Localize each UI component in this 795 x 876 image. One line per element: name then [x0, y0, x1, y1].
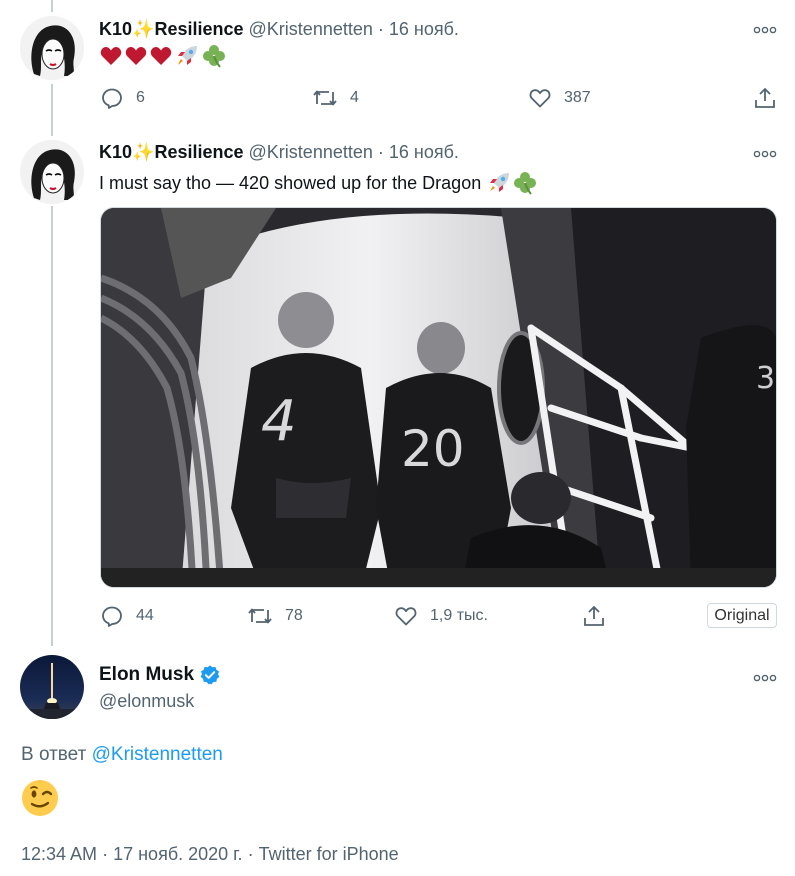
retweet-count: 4: [350, 89, 359, 106]
thread-line-2: [51, 206, 53, 646]
tweet2-author-name[interactable]: K10: [99, 142, 132, 162]
more-icon[interactable]: [753, 144, 777, 162]
meta-separator: ·: [247, 844, 254, 864]
like-icon: [395, 607, 417, 626]
like-button[interactable]: 1,9 тыс.: [394, 604, 488, 628]
tweet-date[interactable]: 17 нояб. 2020 г.: [113, 844, 242, 864]
reply-button[interactable]: 44: [100, 604, 154, 628]
share-icon: [755, 88, 775, 108]
tweet2-handle[interactable]: @Kristennetten: [249, 142, 373, 162]
avatar-kristennetten-2[interactable]: [20, 140, 84, 204]
tweet2-text: I must say tho — 420 showed up for the D…: [99, 172, 482, 193]
share-button[interactable]: [582, 604, 606, 628]
tweet-time[interactable]: 12:34 AM: [21, 844, 97, 864]
tweet2-author-name-suffix[interactable]: Resilience: [154, 142, 243, 162]
share-icon: [584, 606, 604, 626]
tweet1-author-name[interactable]: K10: [99, 19, 132, 39]
tweet1-actions: 6 4 387: [100, 86, 780, 110]
reply-count: 6: [136, 89, 145, 106]
reply-button[interactable]: 6: [100, 86, 145, 110]
original-translate-button[interactable]: Original: [707, 603, 777, 628]
shamrock-emoji-icon: [203, 45, 225, 68]
winking-face-emoji-icon: [21, 779, 59, 822]
tweet1-emoji-text: [100, 44, 226, 68]
svg-text:4: 4: [261, 389, 297, 454]
reply-count: 44: [136, 607, 154, 624]
svg-text:20: 20: [401, 420, 465, 478]
like-count: 387: [564, 89, 591, 106]
tweet2-date[interactable]: 16 нояб.: [389, 142, 459, 162]
sparkles-icon: ✨: [132, 142, 155, 162]
share-button[interactable]: [753, 86, 777, 110]
thread-line-top: [51, 0, 53, 12]
main-author-handle[interactable]: @elonmusk: [99, 691, 194, 712]
main-author-name-row: Elon Musk: [99, 664, 221, 686]
tweet1-author-name-suffix[interactable]: Resilience: [154, 19, 243, 39]
rocket-emoji-icon: [178, 46, 197, 65]
tweet2-separator: ·: [377, 142, 384, 162]
thread-line-1: [51, 84, 53, 136]
reply-prefix: В ответ: [21, 744, 87, 765]
reply-icon: [102, 606, 122, 627]
tweet-metadata: 12:34 AM · 17 нояб. 2020 г. · Twitter fo…: [21, 844, 399, 865]
tweet-source[interactable]: Twitter for iPhone: [259, 844, 399, 864]
like-button[interactable]: 387: [528, 86, 591, 110]
more-icon[interactable]: [753, 20, 777, 38]
retweet-button[interactable]: 78: [247, 604, 303, 628]
shamrock-emoji-icon: [514, 172, 537, 195]
svg-text:3: 3: [756, 361, 775, 396]
heart-emoji-icon: [150, 47, 172, 65]
tweet1-separator: ·: [377, 19, 384, 39]
reply-icon: [102, 88, 122, 109]
rocket-emoji-icon: [490, 173, 510, 192]
tweet2-media-image[interactable]: 4 20 3: [100, 207, 777, 588]
tweet2-text-row: I must say tho — 420 showed up for the D…: [99, 171, 537, 195]
retweet-count: 78: [285, 607, 303, 624]
tweet1-handle[interactable]: @Kristennetten: [249, 19, 373, 39]
like-icon: [529, 89, 551, 108]
heart-emoji-icon: [125, 47, 147, 65]
retweet-button[interactable]: 4: [312, 86, 359, 110]
retweet-icon: [313, 90, 337, 106]
main-author-name[interactable]: Elon Musk: [99, 664, 194, 686]
avatar-elonmusk[interactable]: [20, 655, 84, 719]
reply-context: В ответ @Kristennetten: [21, 744, 223, 766]
heart-emoji-icon: [100, 47, 122, 65]
meta-separator: ·: [102, 844, 109, 864]
reply-handle-link[interactable]: @Kristennetten: [92, 744, 223, 765]
tweet2-header: K10✨Resilience @Kristennetten · 16 нояб.: [99, 142, 459, 163]
verified-badge-icon: [200, 665, 220, 685]
tweet1-date[interactable]: 16 нояб.: [389, 19, 459, 39]
avatar-kristennetten-1[interactable]: [20, 16, 84, 80]
sparkles-icon: ✨: [132, 19, 155, 39]
more-icon[interactable]: [753, 668, 777, 686]
tweet2-actions: 44 78 1,9 тыс.: [100, 604, 700, 628]
retweet-icon: [248, 608, 272, 624]
like-count: 1,9 тыс.: [430, 607, 488, 624]
tweet1-header: K10✨Resilience @Kristennetten · 16 нояб.: [99, 19, 459, 40]
